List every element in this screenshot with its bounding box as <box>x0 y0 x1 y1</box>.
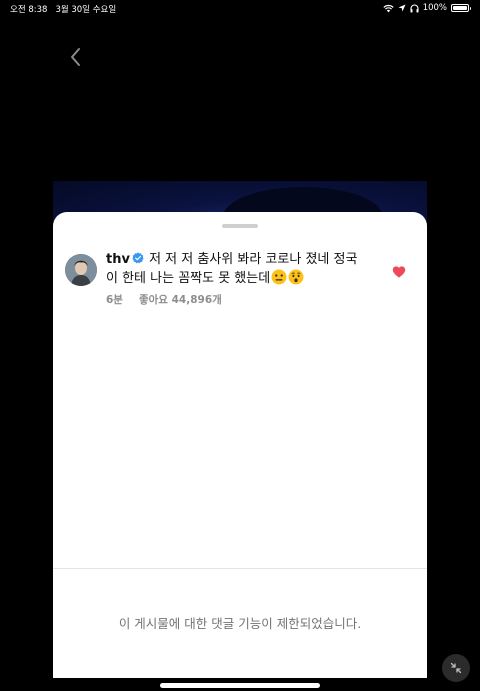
status-time: 오전 8:38 <box>10 5 48 15</box>
comment-like-button[interactable] <box>392 264 406 278</box>
verified-badge-icon <box>132 252 144 264</box>
chevron-left-icon <box>71 48 80 66</box>
hushed-face-emoji-icon <box>288 269 304 285</box>
avatar-image <box>65 254 97 286</box>
home-indicator[interactable] <box>160 683 320 688</box>
divider <box>53 568 427 569</box>
sheet-grabber[interactable] <box>222 224 258 228</box>
avatar[interactable] <box>65 254 97 286</box>
status-date: 3월 30일 수요일 <box>55 5 117 15</box>
minimize-button[interactable] <box>442 654 470 682</box>
location-icon <box>398 4 406 12</box>
battery-percent: 100% <box>422 3 447 13</box>
comment-time: 6분 <box>106 294 123 306</box>
status-bar: 오전 8:38 3월 30일 수요일 100% <box>0 0 480 16</box>
comments-sheet: thv 저 저 저 춤사위 봐라 코로나 졌네 정국이 한테 나는 꼼짝도 못 … <box>53 212 427 678</box>
comment-like-count[interactable]: 좋아요 44,896개 <box>139 292 222 307</box>
comment-body: thv 저 저 저 춤사위 봐라 코로나 졌네 정국이 한테 나는 꼼짝도 못 … <box>106 250 368 288</box>
comments-restricted-notice: 이 게시물에 대한 댓글 기능이 제한되었습니다. <box>118 616 362 631</box>
battery-icon <box>451 4 471 12</box>
battery-fill <box>453 6 467 10</box>
wifi-icon <box>383 4 394 12</box>
comment-username[interactable]: thv <box>106 252 130 267</box>
collapse-arrows-icon <box>450 662 462 674</box>
back-button[interactable] <box>64 44 88 70</box>
heart-icon <box>392 266 406 278</box>
comment-meta: 6분 좋아요 44,896개 <box>106 292 222 307</box>
headphones-icon <box>410 3 419 12</box>
neutral-face-emoji-icon <box>271 269 287 285</box>
